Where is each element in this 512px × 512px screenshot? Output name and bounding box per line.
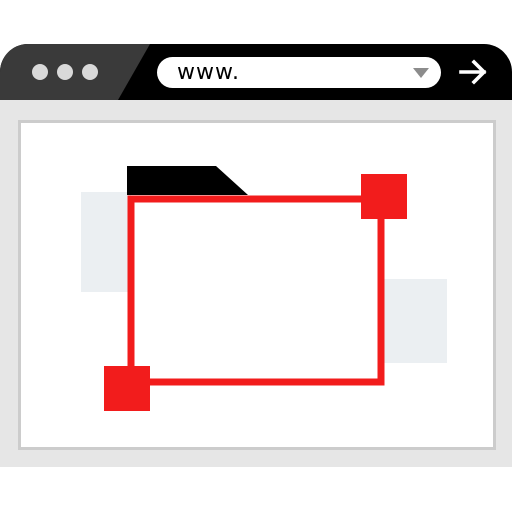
shadow-block-right bbox=[381, 279, 447, 363]
folder-tab bbox=[127, 166, 248, 195]
folder-body bbox=[127, 195, 385, 386]
folder-selection-icon bbox=[81, 166, 447, 411]
selection-handle-top-right bbox=[361, 174, 407, 219]
shadow-block-left bbox=[81, 192, 131, 292]
selection-handle-bottom-left bbox=[104, 366, 150, 411]
